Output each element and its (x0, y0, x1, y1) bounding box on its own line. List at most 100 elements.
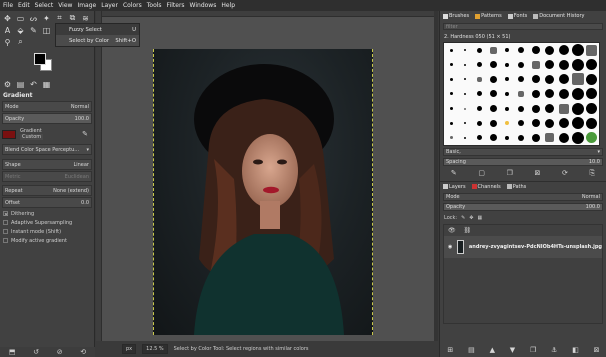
brush-thumbnail[interactable] (486, 116, 500, 131)
brush-thumbnail[interactable] (472, 130, 486, 145)
canvas-vertical-scrollbar[interactable] (434, 11, 438, 341)
tab-document-history[interactable]: Document History (533, 13, 585, 19)
brush-thumbnail[interactable] (585, 43, 599, 58)
menu-layer[interactable]: Layer (101, 0, 118, 11)
brush-thumbnail[interactable] (472, 43, 486, 58)
brush-thumbnail[interactable] (543, 130, 557, 145)
brush-thumbnail[interactable] (500, 72, 514, 87)
device-status-icon[interactable]: ▤ (15, 79, 26, 89)
unit-select[interactable]: px (122, 344, 137, 354)
brush-thumbnail[interactable] (514, 116, 528, 131)
refresh-brushes-icon[interactable]: ⟳ (562, 169, 568, 177)
brush-thumbnail[interactable] (486, 43, 500, 58)
brush-thumbnail[interactable] (529, 130, 543, 145)
menu-colors[interactable]: Colors (123, 0, 142, 11)
menu-view[interactable]: View (58, 0, 72, 11)
brush-thumbnail[interactable] (585, 101, 599, 116)
brush-thumbnail[interactable] (585, 58, 599, 73)
brush-thumbnail[interactable] (514, 58, 528, 73)
brush-thumbnail[interactable] (458, 72, 472, 87)
brush-thumbnail[interactable] (458, 58, 472, 73)
metric-select[interactable]: Metric Euclidean (2, 171, 92, 182)
shape-select[interactable]: Shape Linear (2, 159, 92, 170)
layer-row[interactable]: ◉ andrey-zvyagintsev-PdcNIOb4HTs-unsplas… (444, 236, 602, 258)
brush-thumbnail[interactable] (585, 130, 599, 145)
brush-thumbnail[interactable] (585, 87, 599, 102)
paintbrush-icon[interactable]: ✎ (28, 25, 39, 35)
move-tool-icon[interactable]: ✥ (2, 13, 13, 23)
brush-thumbnail[interactable] (571, 116, 585, 131)
brush-thumbnail[interactable] (529, 43, 543, 58)
brush-thumbnail[interactable] (444, 87, 458, 102)
brush-thumbnail[interactable] (444, 43, 458, 58)
brush-thumbnail[interactable] (557, 72, 571, 87)
gradient-picker[interactable]: Gradient Custom ✎ (2, 126, 92, 142)
offset-slider[interactable]: Offset 0.0 (2, 197, 92, 208)
brush-thumbnail[interactable] (444, 116, 458, 131)
restore-options-icon[interactable]: ↺ (33, 348, 39, 356)
save-options-icon[interactable]: ⬒ (9, 348, 16, 356)
brush-thumbnail[interactable] (486, 101, 500, 116)
warp-icon[interactable]: ≋ (80, 13, 91, 23)
brush-thumbnail[interactable] (500, 58, 514, 73)
brush-thumbnail[interactable] (458, 130, 472, 145)
tab-paths[interactable]: Paths (506, 184, 526, 190)
tab-channels[interactable]: Channels (471, 184, 501, 190)
dithering-checkbox[interactable]: ✕ Dithering (0, 209, 94, 218)
brush-thumbnail[interactable] (529, 87, 543, 102)
brush-thumbnail[interactable] (514, 130, 528, 145)
delete-options-icon[interactable]: ⊘ (57, 348, 63, 356)
brush-thumbnail[interactable] (557, 101, 571, 116)
brush-thumbnail[interactable] (557, 43, 571, 58)
brush-thumbnail[interactable] (500, 43, 514, 58)
delete-brush-icon[interactable]: ⊠ (535, 169, 541, 177)
delete-layer-icon[interactable]: ⊠ (594, 346, 600, 354)
brush-thumbnail[interactable] (571, 72, 585, 87)
adaptive-supersampling-checkbox[interactable]: Adaptive Supersampling (0, 218, 94, 227)
brush-thumbnail[interactable] (585, 72, 599, 87)
brush-to-image-icon[interactable]: ⎘ (590, 169, 596, 178)
brush-thumbnail[interactable] (543, 58, 557, 73)
brush-thumbnail[interactable] (458, 87, 472, 102)
unified-transform-icon[interactable]: ⧉ (67, 13, 78, 23)
brush-thumbnail[interactable] (571, 43, 585, 58)
menu-tools[interactable]: Tools (147, 0, 162, 11)
brush-thumbnail[interactable] (458, 43, 472, 58)
fuzzy-select-item[interactable]: Fuzzy Select U (56, 24, 139, 35)
menu-help[interactable]: Help (221, 0, 235, 11)
lock-position-icon[interactable]: ✥ (469, 215, 473, 221)
brush-thumbnail[interactable] (472, 87, 486, 102)
brush-thumbnail[interactable] (486, 72, 500, 87)
brush-thumbnail[interactable] (557, 116, 571, 131)
brush-thumbnail[interactable] (571, 58, 585, 73)
brush-thumbnail[interactable] (444, 72, 458, 87)
color-picker-icon[interactable]: ⚲ (2, 37, 13, 47)
tab-layers[interactable]: Layers (443, 184, 466, 190)
brush-thumbnail[interactable] (529, 116, 543, 131)
brush-thumbnail[interactable] (486, 58, 500, 73)
raise-layer-icon[interactable]: ▲ (490, 346, 495, 354)
menu-edit[interactable]: Edit (18, 0, 30, 11)
brush-thumbnail[interactable] (458, 101, 472, 116)
duplicate-brush-icon[interactable]: ❐ (507, 169, 513, 177)
brush-thumbnail[interactable] (458, 116, 472, 131)
brush-thumbnail[interactable] (514, 87, 528, 102)
brush-thumbnail[interactable] (472, 116, 486, 131)
brush-thumbnail[interactable] (500, 101, 514, 116)
brush-thumbnail[interactable] (529, 58, 543, 73)
image-canvas[interactable] (153, 49, 373, 335)
spacing-slider[interactable]: Spacing 10.0 (443, 158, 603, 166)
brush-tag-select[interactable]: Basic, ▾ (443, 148, 603, 156)
brush-thumbnail[interactable] (529, 101, 543, 116)
mask-layer-icon[interactable]: ◧ (572, 346, 579, 354)
brush-thumbnail[interactable] (543, 116, 557, 131)
brush-thumbnail[interactable] (472, 58, 486, 73)
text-icon[interactable]: A (2, 25, 13, 35)
edit-brush-icon[interactable]: ✎ (451, 169, 457, 177)
foreground-color[interactable] (34, 53, 46, 65)
opacity-slider[interactable]: Opacity 100.0 (2, 113, 92, 124)
brush-thumbnail[interactable] (444, 130, 458, 145)
brush-thumbnail[interactable] (529, 72, 543, 87)
lock-alpha-icon[interactable]: ▦ (478, 215, 483, 221)
visibility-eye-icon[interactable]: ◉ (448, 244, 452, 250)
